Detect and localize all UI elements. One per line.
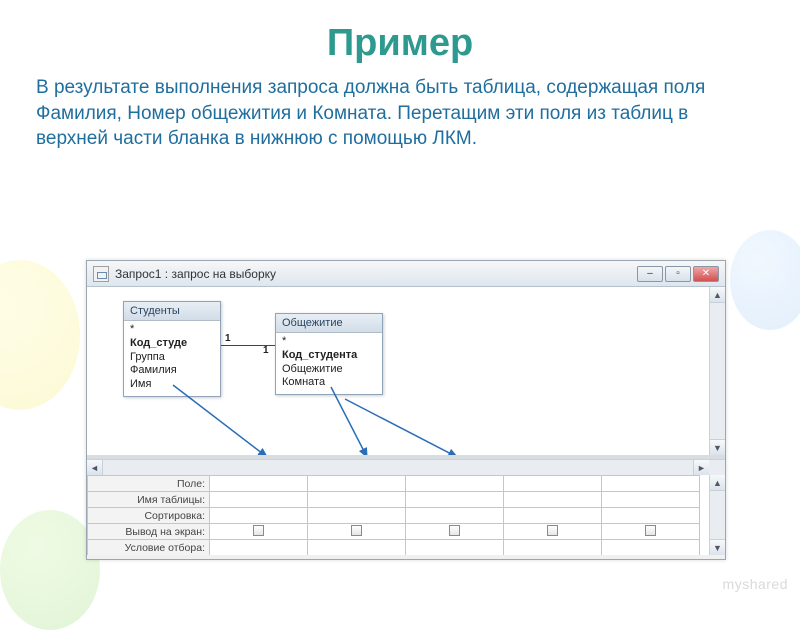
scroll-right-icon[interactable]: ► [693,460,709,475]
field-item[interactable]: Комната [282,376,376,390]
decoration-balloon [0,260,80,410]
relations-hscrollbar[interactable]: ◄ ► [87,459,725,475]
grid-cell[interactable] [406,476,504,492]
grid-checkbox[interactable] [308,524,406,540]
scroll-down-icon[interactable]: ▼ [710,439,725,455]
field-item[interactable]: Имя [130,378,214,392]
relation-cardinality-left: 1 [225,333,231,344]
grid-row-field: Поле: [88,476,700,492]
field-item[interactable]: Фамилия [130,364,214,378]
decoration-balloon [730,230,800,330]
scroll-down-icon[interactable]: ▼ [710,539,725,555]
scroll-up-icon[interactable]: ▲ [710,475,725,491]
table-header[interactable]: Студенты [124,302,220,321]
window-title: Запрос1 : запрос на выборку [115,267,276,281]
grid-cell[interactable] [602,540,700,556]
field-pk[interactable]: Код_студе [130,337,214,351]
relation-cardinality-right: 1 [263,345,269,356]
watermark: myshared [723,576,788,592]
grid-cell[interactable] [308,492,406,508]
grid-checkbox[interactable] [406,524,504,540]
grid-cell[interactable] [504,508,602,524]
row-label-table: Имя таблицы: [88,492,210,508]
grid-cell[interactable] [406,508,504,524]
window-titlebar[interactable]: Запрос1 : запрос на выборку – ▫ ✕ [87,261,725,287]
row-label-sort: Сортировка: [88,508,210,524]
grid-cell[interactable] [504,540,602,556]
scroll-left-icon[interactable]: ◄ [87,460,103,475]
checkbox-icon[interactable] [547,525,558,536]
field-item[interactable]: Группа [130,351,214,365]
scroll-up-icon[interactable]: ▲ [710,287,725,303]
checkbox-icon[interactable] [645,525,656,536]
grid-cell[interactable] [504,476,602,492]
qbe-table[interactable]: Поле: Имя таблицы: Сортировка: [87,475,700,555]
checkbox-icon[interactable] [253,525,264,536]
grid-cell[interactable] [308,508,406,524]
grid-row-criteria: Условие отбора: [88,540,700,556]
checkbox-icon[interactable] [351,525,362,536]
window-icon [93,266,109,282]
relations-pane[interactable]: Студенты * Код_студе Группа Фамилия Имя … [87,287,725,459]
grid-cell[interactable] [308,540,406,556]
grid-cell[interactable] [602,476,700,492]
grid-cell[interactable] [602,492,700,508]
grid-checkbox[interactable] [602,524,700,540]
grid-cell[interactable] [308,476,406,492]
grid-row-table: Имя таблицы: [88,492,700,508]
table-dorm[interactable]: Общежитие * Код_студента Общежитие Комна… [275,313,383,395]
query-design-window: Запрос1 : запрос на выборку – ▫ ✕ Студен… [86,260,726,560]
maximize-button[interactable]: ▫ [665,266,691,282]
field-star[interactable]: * [130,323,214,337]
table-students[interactable]: Студенты * Код_студе Группа Фамилия Имя [123,301,221,397]
field-pk[interactable]: Код_студента [282,349,376,363]
grid-cell[interactable] [406,492,504,508]
grid-cell[interactable] [210,492,308,508]
grid-row-sort: Сортировка: [88,508,700,524]
field-item[interactable]: Общежитие [282,363,376,377]
slide-body-text: В результате выполнения запроса должна б… [0,75,800,152]
row-label-criteria: Условие отбора: [88,540,210,556]
grid-cell[interactable] [210,476,308,492]
checkbox-icon[interactable] [449,525,460,536]
grid-cell[interactable] [602,508,700,524]
grid-vscrollbar[interactable]: ▲ ▼ [709,475,725,555]
minimize-button[interactable]: – [637,266,663,282]
grid-row-show: Вывод на экран: [88,524,700,540]
grid-checkbox[interactable] [210,524,308,540]
grid-cell[interactable] [210,540,308,556]
grid-checkbox[interactable] [504,524,602,540]
field-star[interactable]: * [282,335,376,349]
close-button[interactable]: ✕ [693,266,719,282]
slide-title: Пример [0,0,800,75]
grid-cell[interactable] [406,540,504,556]
row-label-show: Вывод на экран: [88,524,210,540]
table-header[interactable]: Общежитие [276,314,382,333]
grid-cell[interactable] [504,492,602,508]
qbe-grid[interactable]: Поле: Имя таблицы: Сортировка: [87,475,725,555]
decoration-balloon [0,510,100,630]
row-label-field: Поле: [88,476,210,492]
relations-vscrollbar[interactable]: ▲ ▼ [709,287,725,455]
grid-cell[interactable] [210,508,308,524]
